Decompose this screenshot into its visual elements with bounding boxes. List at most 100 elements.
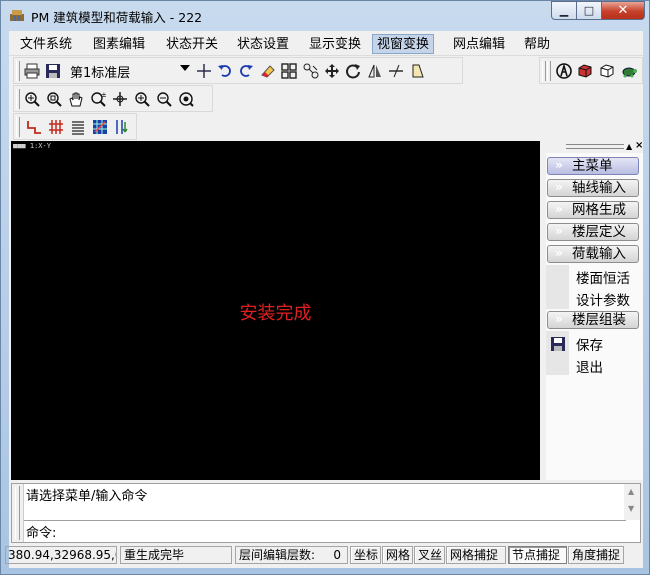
floor-load-item[interactable]: 楼面恒活 [576,267,630,287]
toolbar-grip-line [547,61,551,81]
crosshair-icon[interactable] [194,61,214,81]
zoom-extents-icon[interactable] [44,89,64,109]
status-message: 安装完成 [239,303,312,324]
layer-count-label: 层间编辑层数: [239,548,316,562]
wire-view-icon[interactable] [597,61,617,81]
double-chevron-icon: » [555,158,563,172]
zoom-out-icon[interactable] [154,89,174,109]
panel-grip[interactable] [566,144,624,149]
caret-up-icon[interactable]: ▲ [626,142,632,151]
menu-state-switch[interactable]: 状态开关 [161,34,223,54]
status-bar: 380.94,32968.95,0 重生成完毕 层间编辑层数: 0 坐标 网格 … [5,545,643,566]
floor-define-label: 楼层定义 [572,224,626,240]
pan-hand-icon[interactable] [66,89,86,109]
menu-file-system[interactable]: 文件系统 [15,34,77,54]
toolbar-grip[interactable] [16,89,20,109]
grid-generate-button[interactable]: » 网格生成 [547,201,639,219]
save-item[interactable]: 保存 [576,334,603,354]
grid-generate-label: 网格生成 [572,202,626,218]
window-title: PM 建筑模型和荷载输入 - 222 [31,10,203,25]
status-text: 重生成完毕 [120,546,232,564]
layer-count-field: 层间编辑层数: 0 [235,546,348,564]
double-chevron-icon: » [555,246,563,260]
redo-icon[interactable] [236,61,256,81]
drawing-canvas[interactable]: ■■■ 1:X-Y 安装完成 [11,141,540,480]
command-divider [24,520,626,521]
load-input-button[interactable]: » 荷载输入 [547,245,639,263]
grid-icon[interactable] [279,61,299,81]
floor-define-button[interactable]: » 楼层定义 [547,223,639,241]
menu-view-transform[interactable]: 视窗变换 [372,34,435,54]
command-grip[interactable] [12,484,24,542]
axis-input-label: 轴线输入 [572,180,626,196]
floor-assembly-label: 楼层组装 [572,312,626,328]
stretch-icon[interactable] [408,61,428,81]
axis-input-button[interactable]: » 轴线输入 [547,179,639,197]
close-button[interactable]: ✕ [602,1,645,20]
eraser-icon[interactable] [258,61,278,81]
parallel-lines-icon[interactable] [68,117,88,137]
app-window: PM 建筑模型和荷载输入 - 222 ▁ □ ✕ 文件系统 图素编辑 状态开关 … [0,0,650,575]
turtle-icon[interactable] [619,61,639,81]
floor-assembly-button[interactable]: » 楼层组装 [547,311,639,329]
minimize-button[interactable]: ▁ [551,1,577,20]
print-icon[interactable] [22,61,42,81]
double-chevron-icon: » [555,312,563,326]
save-icon[interactable] [43,61,63,81]
axis-grid-icon[interactable] [46,117,66,137]
toolbar-grip[interactable] [16,61,20,81]
menu-help[interactable]: 帮助 [519,34,555,54]
scroll-down-icon[interactable]: ▼ [628,504,634,513]
draw-toolbar [13,113,137,140]
double-chevron-icon: » [555,202,563,216]
menu-state-settings[interactable]: 状态设置 [232,34,294,54]
menu-element-edit[interactable]: 图素编辑 [88,34,150,54]
axis-name-icon[interactable] [112,117,132,137]
submenu-gutter [546,265,569,309]
main-menu-button[interactable]: » 主菜单 [547,157,639,175]
zoom-realtime-icon[interactable]: ± [88,89,108,109]
rotate-icon[interactable] [343,61,363,81]
toggle-crosshair[interactable]: 叉丝 [414,546,445,564]
undo-icon[interactable] [215,61,235,81]
design-params-item[interactable]: 设计参数 [576,289,630,309]
toggle-grid-snap[interactable]: 网格捕捉 [446,546,506,564]
layer-select[interactable]: 第1标准层 [64,61,192,81]
menu-display-transform[interactable]: 显示变换 [304,34,366,54]
viewport-label: ■■■ 1:X-Y [13,142,51,150]
command-input[interactable]: 命令: [26,522,56,541]
layer-count-value: 0 [333,548,341,562]
toolbar-grip[interactable] [542,61,546,81]
close-icon[interactable]: × [635,140,643,151]
perspective-icon[interactable] [554,61,574,81]
zoom-center-icon[interactable] [110,89,130,109]
command-scrollbar[interactable]: ▲ ▼ [624,484,640,520]
coordinate-readout: 380.94,32968.95,0 [5,546,117,564]
move-icon[interactable] [322,61,342,81]
zoom-previous-icon[interactable] [176,89,196,109]
maximize-button[interactable]: □ [577,1,602,20]
command-window: 请选择菜单/输入命令 ▲ ▼ 命令: [11,483,641,543]
title-bar[interactable]: PM 建筑模型和荷载输入 - 222 ▁ □ ✕ [1,1,650,29]
layer-select-value: 第1标准层 [70,66,131,81]
mirror-icon[interactable] [365,61,385,81]
zoom-in-icon[interactable] [132,89,152,109]
toggle-grid[interactable]: 网格 [382,546,413,564]
toggle-angle-snap[interactable]: 角度捕捉 [568,546,624,564]
toolbar-grip[interactable] [16,117,20,137]
side-menu-panel: ▲ × » 主菜单 » 轴线输入 » 网格生成 » 楼层定义 » 荷载输入 楼面… [546,140,643,480]
offset-icon[interactable] [386,61,406,81]
toggle-node-snap[interactable]: 节点捕捉 [508,546,567,564]
zoom-window-icon[interactable] [22,89,42,109]
main-menu-label: 主菜单 [572,158,613,174]
toggle-coordinates[interactable]: 坐标 [350,546,381,564]
polyline-icon[interactable] [24,117,44,137]
menu-grid-edit[interactable]: 网点编辑 [448,34,510,54]
exit-item[interactable]: 退出 [576,356,603,376]
solid-view-icon[interactable] [575,61,595,81]
node-icon[interactable] [301,61,321,81]
chevron-down-icon[interactable] [180,65,190,71]
save-icon [551,337,565,351]
grid-display-icon[interactable] [90,117,110,137]
scroll-up-icon[interactable]: ▲ [628,487,634,496]
